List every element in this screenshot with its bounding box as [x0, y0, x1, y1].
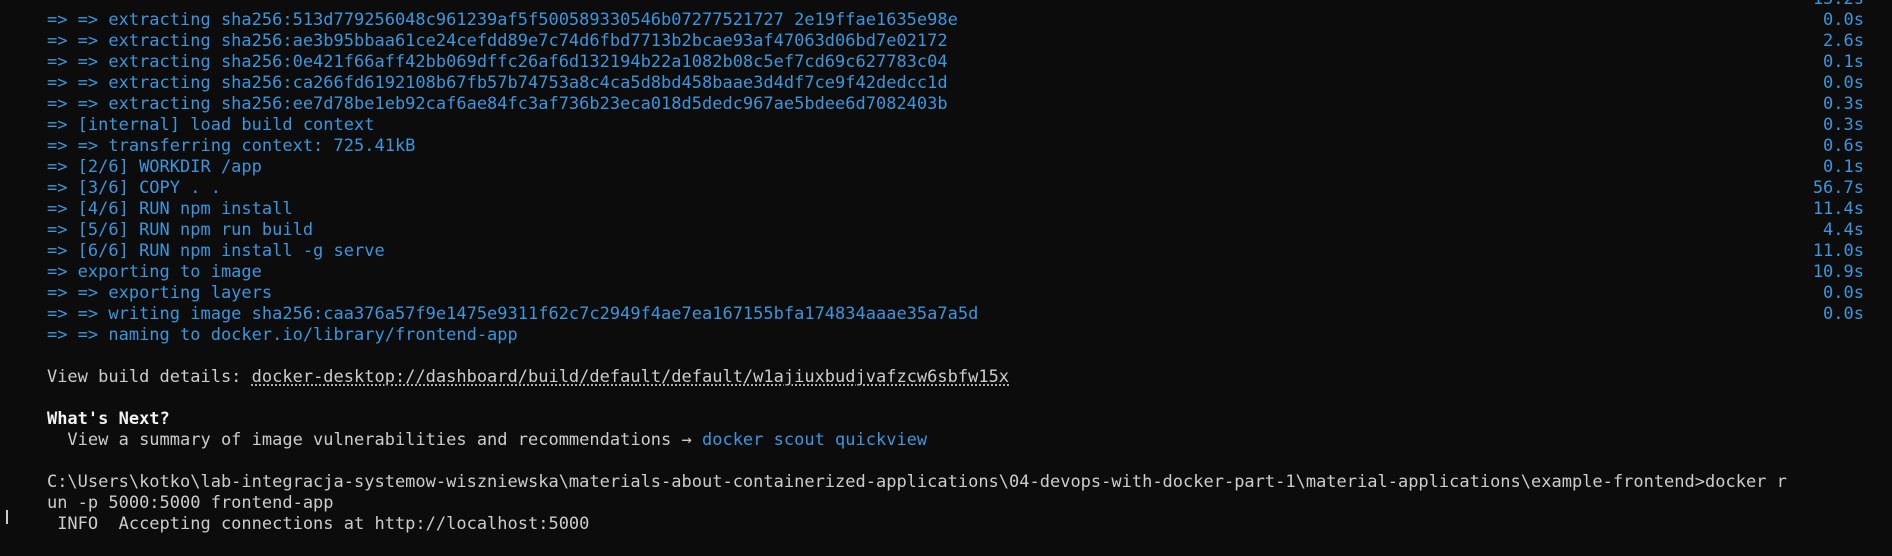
build-step-line: => => extracting sha256:ca266fd6192108b6… [0, 52, 1892, 93]
build-step-time: 0.0s [1823, 10, 1864, 30]
build-step-line: => => exporting layers 10.9s [0, 262, 1892, 303]
build-step-time: 0.6s [1823, 136, 1864, 156]
build-step-text: => => naming to docker.io/library/fronte… [46, 325, 518, 345]
build-step-time: 0.0s [1823, 304, 1864, 324]
build-step-line: => => extracting sha256:0e421f66aff42bb0… [0, 31, 1892, 72]
build-step-time: 11.4s [1812, 199, 1864, 219]
prompt-line-continuation: un -p 5000:5000 frontend-app [0, 472, 1892, 513]
whats-next-text: View a summary of image vulnerabilities … [46, 430, 702, 450]
build-step-line: => => naming to docker.io/library/fronte… [0, 304, 1892, 345]
text-cursor [6, 510, 8, 524]
prompt-line: C:\Users\kotko\lab-integracja-systemow-w… [0, 451, 1892, 492]
build-step-time: 0.1s [1823, 157, 1864, 177]
build-step-line: => => writing image sha256:caa376a57f9e1… [0, 283, 1892, 324]
build-step-line: => exporting to image 11.0s [0, 241, 1892, 282]
build-step-line: => [5/6] RUN npm run build 11.4s [0, 199, 1892, 240]
build-step-line: => [internal] load build context 0.3s [0, 94, 1892, 135]
terminal-window[interactable]: => => extracting sha256:513d779256048c96… [0, 0, 1892, 534]
build-step-line: => => extracting sha256:ee7d78be1eb92caf… [0, 73, 1892, 114]
build-step-line: => [3/6] COPY . . 0.1s [0, 157, 1892, 198]
build-details-line: View build details: docker-desktop://das… [0, 346, 1892, 387]
build-details-label: View build details: [46, 367, 252, 387]
build-step-line: => => extracting sha256:513d779256048c96… [0, 0, 1892, 30]
build-step-time: 0.1s [1823, 52, 1864, 72]
build-step-line: => => extracting sha256:ae3b95bbaa61ce24… [0, 10, 1892, 51]
docker-scout-command[interactable]: docker scout quickview [702, 430, 927, 450]
build-step-time: 0.0s [1823, 73, 1864, 93]
build-step-time: 2.6s [1823, 31, 1864, 51]
whats-next-heading-line: What's Next? [0, 388, 1892, 429]
build-step-time: 13.2s [1813, 0, 1864, 10]
build-step-time: 11.0s [1812, 241, 1864, 261]
build-step-time: 0.3s [1823, 94, 1864, 114]
build-step-time: 10.9s [1812, 262, 1864, 282]
build-step-line: => [6/6] RUN npm install -g serve 4.4s [0, 220, 1892, 261]
build-step-time: 0.3s [1823, 115, 1864, 135]
build-step-line: => [4/6] RUN npm install 56.7s [0, 178, 1892, 219]
build-step-line: => [2/6] WORKDIR /app 0.6s [0, 136, 1892, 177]
build-details-link[interactable]: docker-desktop://dashboard/build/default… [252, 367, 1009, 387]
build-step-time: 4.4s [1823, 220, 1864, 240]
server-output-line: INFO Accepting connections at http://loc… [0, 493, 1892, 534]
server-output-text: INFO Accepting connections at http://loc… [46, 514, 590, 534]
build-step-line: => => transferring context: 725.41kB 0.3… [0, 115, 1892, 156]
build-step-time: 0.0s [1823, 283, 1864, 303]
whats-next-line: View a summary of image vulnerabilities … [0, 409, 1892, 450]
build-step-time: 56.7s [1812, 178, 1864, 198]
